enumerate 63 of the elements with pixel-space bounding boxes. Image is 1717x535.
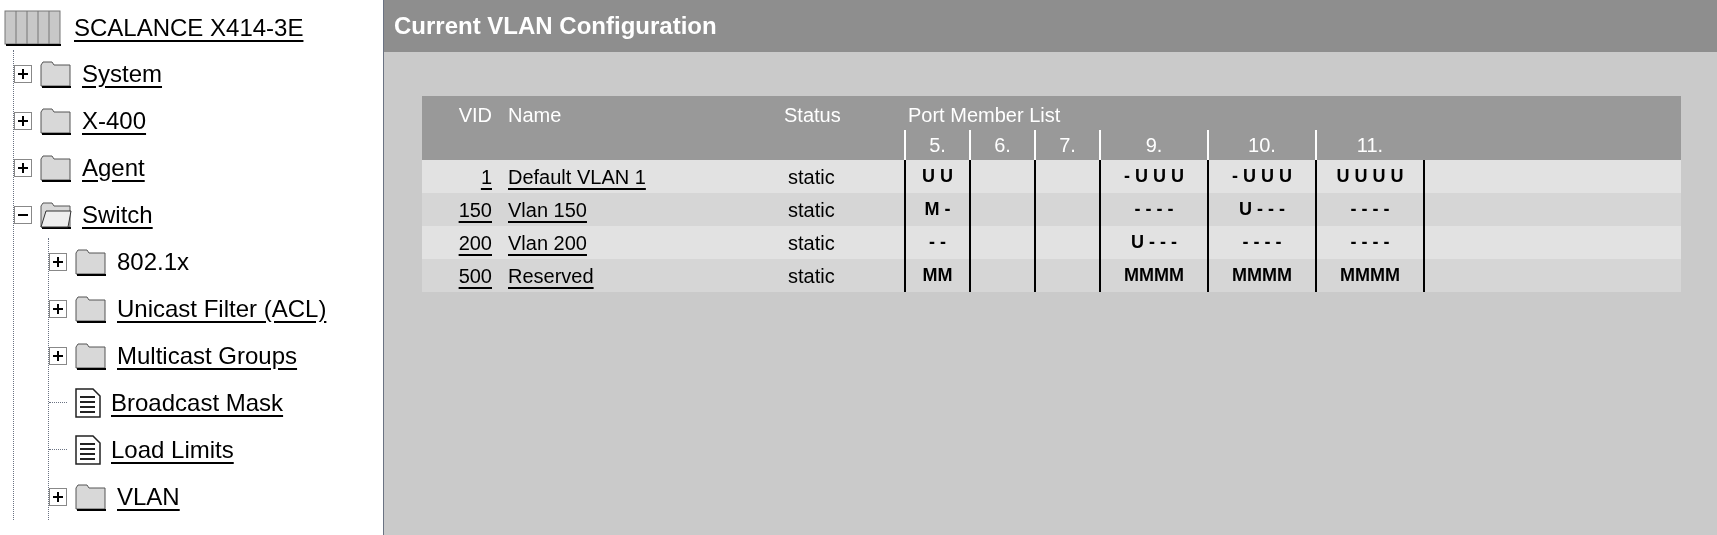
port-membership: MMMM	[1340, 264, 1400, 287]
vlan-name-link[interactable]: Reserved	[504, 260, 754, 291]
port-membership: MMMM	[1232, 264, 1292, 287]
column-header: Port Member List	[907, 103, 1061, 128]
port-membership: - - - -	[1242, 231, 1282, 254]
vlan-id-link[interactable]: 200	[422, 227, 504, 258]
vlan-name-link[interactable]: Vlan 200	[504, 227, 754, 258]
document-icon	[75, 387, 101, 418]
expand-icon[interactable]	[14, 158, 32, 177]
tree-item[interactable]: Load Limits	[111, 431, 234, 468]
port-membership: U U U U	[1336, 165, 1404, 188]
port-membership: - U U U	[1124, 165, 1184, 188]
expand-icon[interactable]	[14, 64, 32, 83]
expand-icon[interactable]	[49, 252, 67, 271]
document-icon	[75, 434, 101, 465]
expand-icon[interactable]	[49, 299, 67, 318]
vlan-name-link[interactable]: Vlan 150	[504, 194, 754, 225]
vlan-id-link[interactable]: 1	[422, 161, 504, 192]
port-membership: U - - -	[1131, 231, 1177, 254]
port-membership: - - - -	[1350, 231, 1390, 254]
status-cell-text: static	[787, 197, 836, 223]
open-folder-icon	[40, 200, 72, 229]
tree-item[interactable]: Agent	[82, 149, 145, 186]
vlan-id-link[interactable]: 150	[422, 194, 504, 225]
device-title[interactable]: SCALANCE X414-3E	[74, 10, 304, 46]
vlan-id-link[interactable]: 500	[422, 260, 504, 291]
tree-item[interactable]: Switch	[82, 196, 153, 233]
tree-item[interactable]: Broadcast Mask	[111, 384, 284, 421]
folder-icon	[75, 341, 107, 370]
port-membership: U - - -	[1239, 198, 1285, 221]
column-header: Status	[783, 103, 842, 128]
tree-item[interactable]: 802.1x	[117, 243, 190, 280]
device-icon	[4, 10, 62, 46]
vlan-name-link[interactable]: Default VLAN 1	[504, 161, 754, 192]
port-membership: - - - -	[1134, 198, 1174, 221]
port-membership: MMMM	[1124, 264, 1184, 287]
expand-icon[interactable]	[49, 346, 67, 365]
expand-icon[interactable]	[49, 487, 67, 506]
collapse-icon[interactable]	[14, 205, 32, 224]
folder-icon	[40, 153, 72, 182]
port-membership: M -	[924, 198, 951, 221]
folder-icon	[75, 482, 107, 511]
tree-item[interactable]: VLAN	[117, 478, 180, 515]
column-header: VID	[457, 103, 493, 128]
tree-item[interactable]: Unicast Filter (ACL)	[117, 290, 327, 327]
status-cell-text: static	[787, 263, 836, 289]
port-membership: - -	[929, 231, 946, 254]
port-membership: - - - -	[1350, 198, 1390, 221]
expand-icon[interactable]	[14, 111, 32, 130]
tree-item[interactable]: Multicast Groups	[117, 337, 298, 374]
tree-item[interactable]: X-400	[82, 102, 147, 139]
folder-icon	[40, 106, 72, 135]
tree-item[interactable]: System	[82, 55, 162, 92]
folder-icon	[75, 294, 107, 323]
port-membership: MM	[922, 264, 953, 287]
status-cell-text: static	[787, 164, 836, 190]
column-header: Name	[507, 103, 563, 128]
folder-icon	[40, 59, 72, 88]
port-membership: - U U U	[1232, 165, 1292, 188]
page-title: Current VLAN Configuration	[384, 0, 1717, 52]
status-cell-text: static	[787, 230, 836, 256]
port-membership: U U	[922, 165, 953, 188]
folder-icon	[75, 247, 107, 276]
